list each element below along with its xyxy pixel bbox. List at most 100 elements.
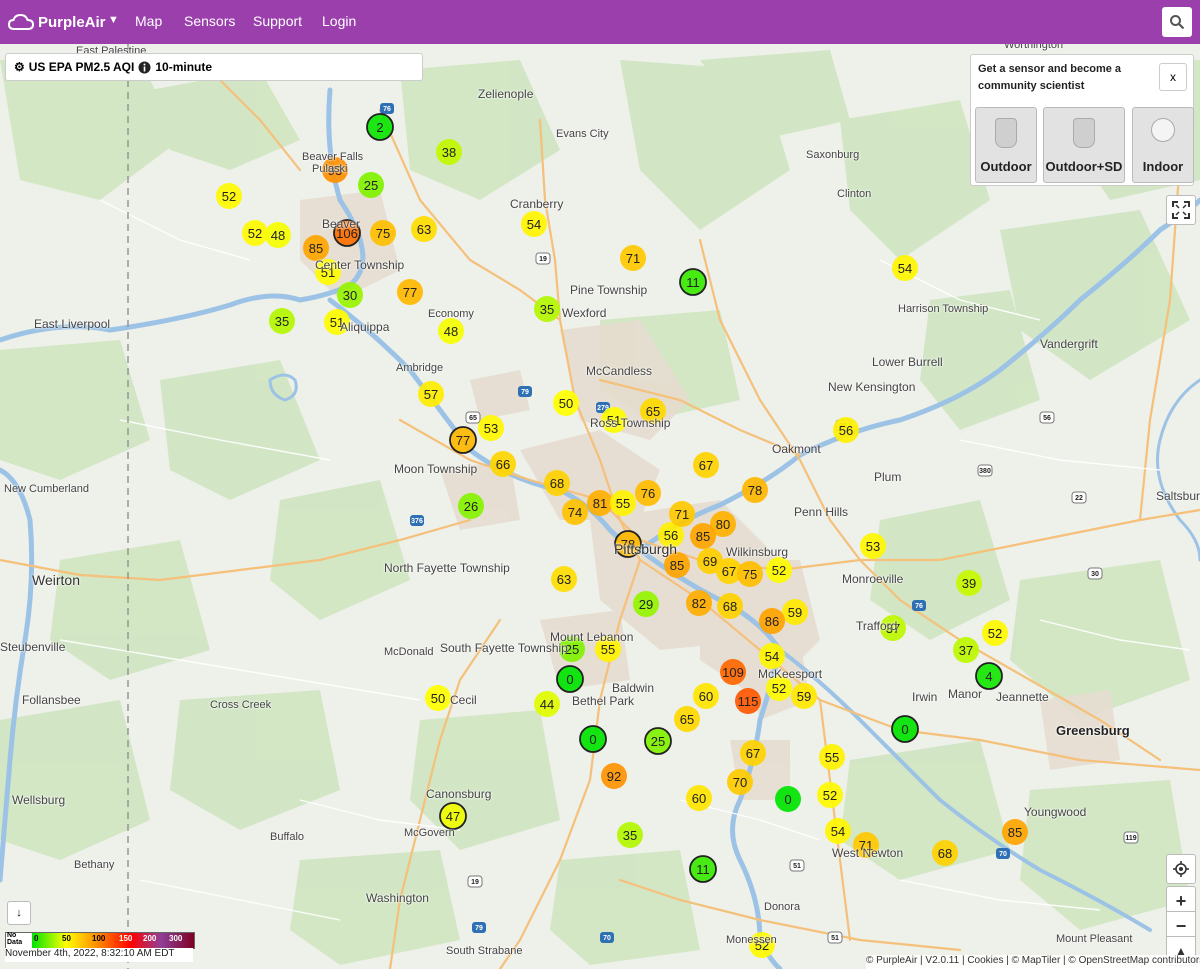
sensor-marker[interactable]: 25 [644,727,672,755]
sensor-marker[interactable]: 35 [534,296,560,322]
promo-close-button[interactable]: x [1159,63,1187,91]
nav-login[interactable]: Login [322,13,356,29]
gear-icon[interactable]: ⚙ [14,60,25,74]
sensor-marker[interactable]: 39 [956,570,982,596]
sensor-marker[interactable]: 55 [610,490,636,516]
sensor-marker[interactable]: 81 [587,490,613,516]
sensor-marker[interactable]: 54 [892,255,918,281]
brand-dropdown-caret-icon[interactable]: ▼ [108,14,119,26]
sensor-marker[interactable]: 86 [759,608,785,634]
product-indoor-button[interactable]: Indoor [1132,107,1194,183]
sensor-marker[interactable]: 68 [544,470,570,496]
sensor-marker[interactable]: 85 [1002,819,1028,845]
sensor-marker[interactable]: 50 [425,685,451,711]
sensor-marker[interactable]: 29 [633,591,659,617]
sensor-marker[interactable]: 59 [782,599,808,625]
sensor-marker[interactable]: 52 [817,782,843,808]
sensor-marker[interactable]: 77 [397,279,423,305]
sensor-marker[interactable]: 55 [819,744,845,770]
sensor-marker[interactable]: 63 [411,216,437,242]
sensor-marker[interactable]: 53 [860,533,886,559]
sensor-marker[interactable]: 71 [669,501,695,527]
sensor-marker[interactable]: 65 [674,706,700,732]
sensor-marker[interactable]: 11 [689,855,717,883]
place-label: Evans City [556,128,609,140]
fullscreen-button[interactable] [1166,195,1196,225]
place-label: West Newton [832,846,904,860]
sensor-aqi-value: 85 [309,241,323,256]
sensor-marker[interactable]: 77 [449,426,477,454]
nav-map[interactable]: Map [135,13,162,29]
sensor-marker[interactable]: 48 [438,318,464,344]
sensor-marker[interactable]: 4 [975,662,1003,690]
place-label: East Liverpool [34,317,111,331]
sensor-marker[interactable]: 115 [735,688,761,714]
sensor-marker[interactable]: 52 [216,183,242,209]
sensor-marker[interactable]: 78 [742,477,768,503]
sensor-marker[interactable]: 92 [601,763,627,789]
sensor-marker[interactable]: 75 [737,561,763,587]
sensor-marker[interactable]: 85 [690,523,716,549]
sensor-marker[interactable]: 26 [458,493,484,519]
map-attribution[interactable]: © PurpleAir | V2.0.11 | Cookies | © MapT… [866,955,1200,969]
sensor-marker[interactable]: 54 [759,643,785,669]
download-button[interactable]: ↓ [7,901,31,925]
sensor-marker[interactable]: 53 [478,415,504,441]
aqi-selector[interactable]: ⚙ US EPA PM2.5 AQI 10-minute [5,53,423,81]
sensor-marker[interactable]: 82 [686,590,712,616]
sensor-marker[interactable]: 70 [727,769,753,795]
purpleair-logo[interactable]: PurpleAir [8,11,106,33]
place-label: Lower Burrell [872,355,943,369]
sensor-marker[interactable]: 67 [740,740,766,766]
sensor-marker[interactable]: 50 [553,390,579,416]
sensor-marker[interactable]: 52 [766,557,792,583]
sensor-marker[interactable]: 56 [833,417,859,443]
sensor-marker[interactable]: 57 [418,381,444,407]
sensor-marker[interactable]: 52 [242,220,268,246]
product-outdoor-button[interactable]: Outdoor [975,107,1037,183]
svg-text:70: 70 [603,935,611,942]
sensor-marker[interactable]: 2 [366,113,394,141]
sensor-marker[interactable]: 60 [693,683,719,709]
sensor-marker[interactable]: 44 [534,691,560,717]
sensor-marker[interactable]: 25 [358,172,384,198]
sensor-marker[interactable]: 68 [932,840,958,866]
sensor-marker[interactable]: 68 [717,593,743,619]
sensor-marker[interactable]: 0 [775,786,801,812]
sensor-marker[interactable]: 37 [953,637,979,663]
sensor-marker[interactable]: 66 [490,451,516,477]
sensor-marker[interactable]: 67 [693,452,719,478]
sensor-marker[interactable]: 60 [686,785,712,811]
sensor-marker[interactable]: 11 [679,268,707,296]
sensor-aqi-value: 2 [376,120,383,135]
locate-me-button[interactable] [1166,854,1196,884]
sensor-marker[interactable]: 48 [265,222,291,248]
sensor-marker[interactable]: 59 [791,683,817,709]
sensor-marker[interactable]: 0 [891,715,919,743]
nav-sensors[interactable]: Sensors [184,13,235,29]
place-label: Cranberry [510,197,564,211]
info-icon[interactable] [138,61,151,74]
sensor-marker[interactable]: 54 [521,211,547,237]
fullscreen-icon [1172,201,1190,219]
sensor-marker[interactable]: 35 [617,822,643,848]
sensor-marker[interactable]: 0 [556,665,584,693]
sensor-aqi-value: 35 [540,302,554,317]
sensor-aqi-value: 86 [765,614,779,629]
sensor-marker[interactable]: 63 [551,566,577,592]
sensor-marker[interactable]: 75 [370,220,396,246]
sensor-marker[interactable]: 35 [269,308,295,334]
search-button[interactable] [1162,7,1192,37]
sensor-marker[interactable]: 38 [436,139,462,165]
sensor-marker[interactable]: 0 [579,725,607,753]
product-outdoor-sd-button[interactable]: Outdoor+SD [1043,107,1125,183]
sensor-marker[interactable]: 52 [982,620,1008,646]
sensor-marker[interactable]: 30 [337,282,363,308]
sensor-marker[interactable]: 109 [720,659,746,685]
sensor-marker[interactable]: 76 [635,480,661,506]
sensor-marker[interactable]: 71 [620,245,646,271]
sensor-marker[interactable]: 54 [825,818,851,844]
sensor-marker[interactable]: 74 [562,499,588,525]
nav-support[interactable]: Support [253,13,302,29]
sensor-marker[interactable]: 47 [439,802,467,830]
